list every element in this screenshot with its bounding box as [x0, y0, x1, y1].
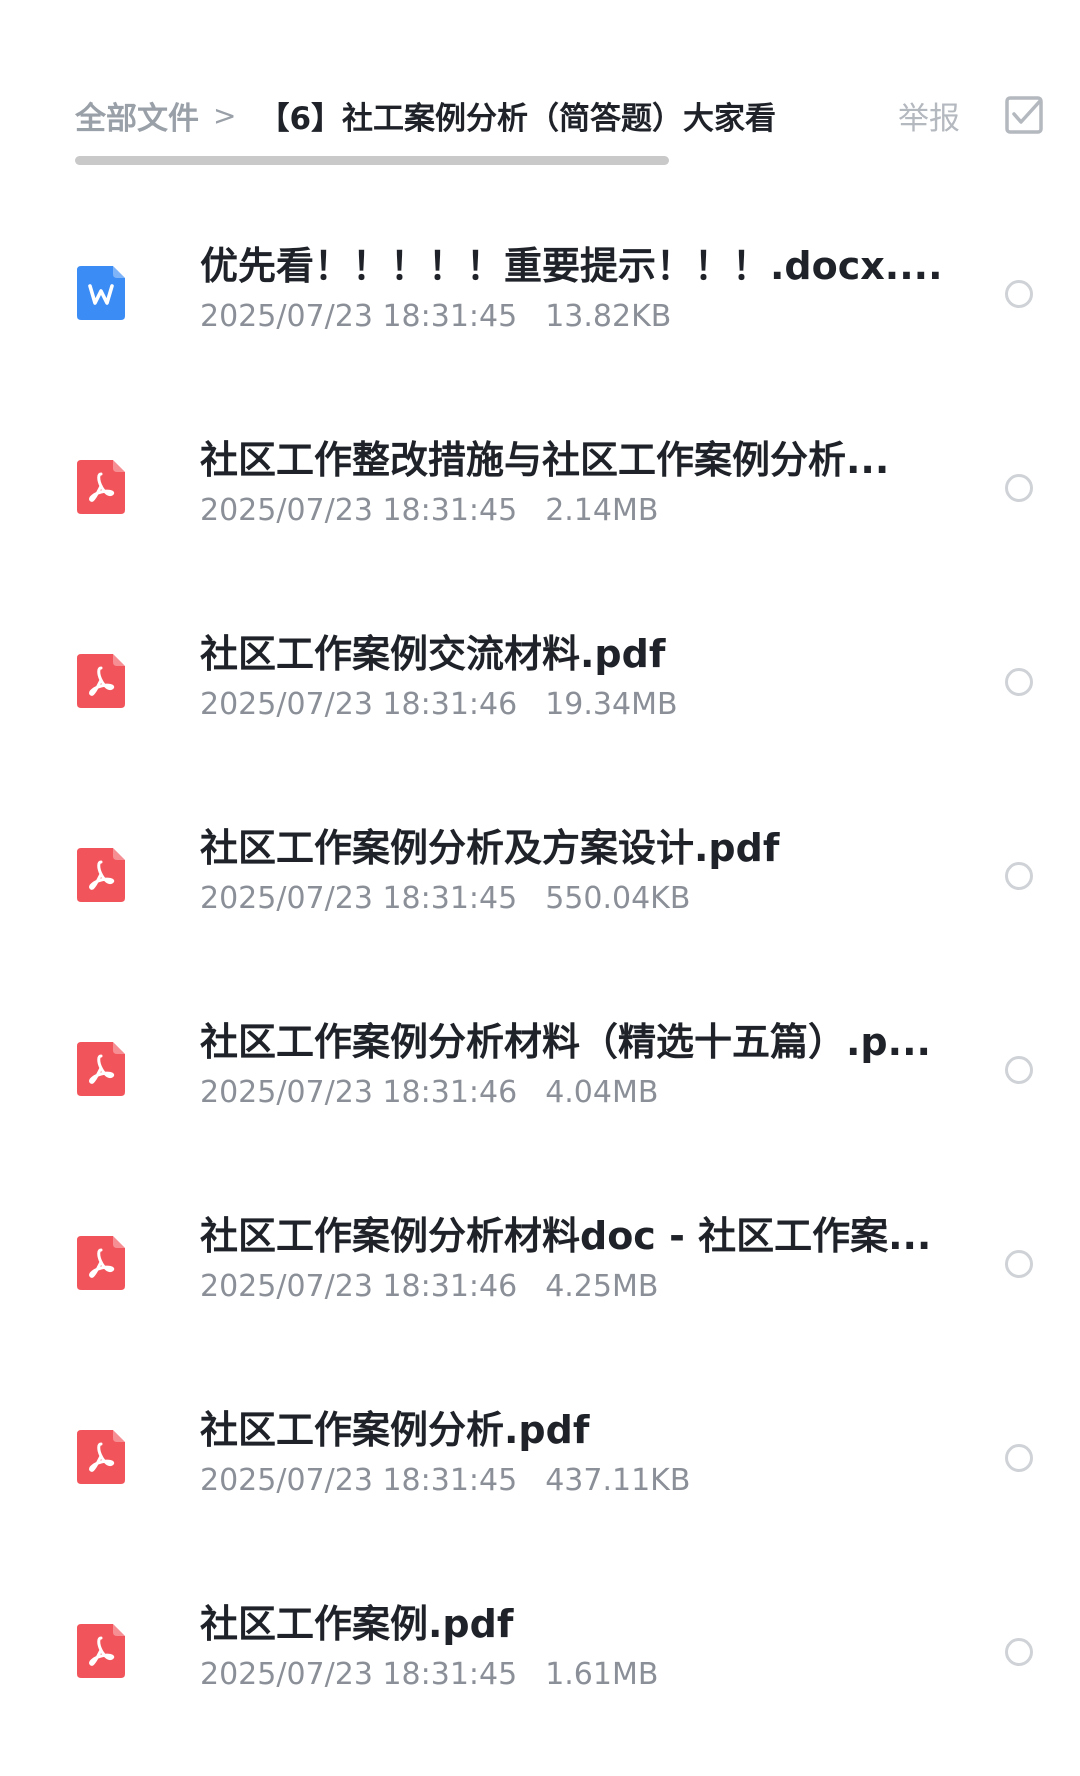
file-row[interactable]: 社区工作案例分析材料（精选十五篇）.p... 2025/07/23 18:31:… — [0, 976, 1080, 1170]
file-row[interactable]: 社区工作案例分析.pdf 2025/07/23 18:31:45 437.11KB — [0, 1364, 1080, 1558]
file-size: 1.61MB — [545, 1657, 659, 1692]
file-row[interactable]: 社区工作案例分析材料doc - 社区工作案... 2025/07/23 18:3… — [0, 1170, 1080, 1364]
file-row[interactable]: 优先看！！！！！重要提示！！！.docx.... 2025/07/23 18:3… — [0, 200, 1080, 394]
file-info: 社区工作案例分析材料（精选十五篇）.p... 2025/07/23 18:31:… — [200, 1018, 945, 1112]
file-meta: 2025/07/23 18:31:46 4.04MB — [200, 1074, 945, 1112]
file-select-radio[interactable] — [1005, 668, 1033, 696]
file-row[interactable]: 社区工作案例.pdf 2025/07/23 18:31:45 1.61MB — [0, 1558, 1080, 1752]
breadcrumb-current-folder: 【6】社工案例分析（简答题）大家看 — [258, 100, 775, 137]
file-info: 社区工作案例分析.pdf 2025/07/23 18:31:45 437.11KB — [200, 1406, 945, 1500]
file-name: 优先看！！！！！重要提示！！！.docx.... — [200, 244, 943, 288]
file-meta: 2025/07/23 18:31:45 1.61MB — [200, 1656, 945, 1694]
header-actions: 举报 — [898, 93, 1044, 138]
file-name: 社区工作案例交流材料.pdf — [200, 632, 666, 676]
file-modified-time: 2025/07/23 18:31:46 — [200, 1269, 518, 1304]
breadcrumb[interactable]: 全部文件 > 【6】社工案例分析（简答题）大家看 — [75, 93, 775, 138]
file-info: 优先看！！！！！重要提示！！！.docx.... 2025/07/23 18:3… — [200, 242, 945, 336]
file-name: 社区工作案例分析材料doc - 社区工作案... — [200, 1214, 932, 1258]
file-select-radio[interactable] — [1005, 1638, 1033, 1666]
file-size: 437.11KB — [545, 1463, 691, 1498]
select-mode-button[interactable] — [1004, 95, 1044, 135]
file-name: 社区工作案例分析及方案设计.pdf — [200, 826, 780, 870]
breadcrumb-separator: > — [213, 98, 237, 132]
file-modified-time: 2025/07/23 18:31:45 — [200, 299, 518, 334]
file-info: 社区工作案例.pdf 2025/07/23 18:31:45 1.61MB — [200, 1600, 945, 1694]
file-name: 社区工作案例分析.pdf — [200, 1408, 590, 1452]
file-info: 社区工作案例分析及方案设计.pdf 2025/07/23 18:31:45 550… — [200, 824, 945, 918]
file-meta: 2025/07/23 18:31:46 19.34MB — [200, 686, 945, 724]
file-info: 社区工作整改措施与社区工作案例分析... 2025/07/23 18:31:45… — [200, 436, 945, 530]
file-row[interactable]: 社区工作案例交流材料.pdf 2025/07/23 18:31:46 19.34M… — [0, 588, 1080, 782]
file-name: 社区工作整改措施与社区工作案例分析... — [200, 438, 890, 482]
pdf-file-icon — [75, 1622, 127, 1680]
breadcrumb-root-link[interactable]: 全部文件 — [75, 93, 199, 138]
pdf-file-icon — [75, 846, 127, 904]
report-button[interactable]: 举报 — [898, 93, 960, 138]
breadcrumb-header: 全部文件 > 【6】社工案例分析（简答题）大家看 举报 — [75, 80, 1044, 150]
file-select-radio[interactable] — [1005, 280, 1033, 308]
file-info: 社区工作案例分析材料doc - 社区工作案... 2025/07/23 18:3… — [200, 1212, 945, 1306]
file-select-radio[interactable] — [1005, 1250, 1033, 1278]
file-modified-time: 2025/07/23 18:31:45 — [200, 881, 518, 916]
file-meta: 2025/07/23 18:31:45 13.82KB — [200, 298, 945, 336]
file-size: 550.04KB — [545, 881, 691, 916]
file-meta: 2025/07/23 18:31:45 437.11KB — [200, 1462, 945, 1500]
file-list: 优先看！！！！！重要提示！！！.docx.... 2025/07/23 18:3… — [0, 200, 1080, 1752]
pdf-file-icon — [75, 1234, 127, 1292]
file-modified-time: 2025/07/23 18:31:46 — [200, 1075, 518, 1110]
word-file-icon — [75, 264, 127, 322]
file-browser-page: 全部文件 > 【6】社工案例分析（简答题）大家看 举报 优先看！！！！！重要提示… — [0, 0, 1080, 1776]
file-info: 社区工作案例交流材料.pdf 2025/07/23 18:31:46 19.34M… — [200, 630, 945, 724]
file-row[interactable]: 社区工作案例分析及方案设计.pdf 2025/07/23 18:31:45 550… — [0, 782, 1080, 976]
file-size: 13.82KB — [545, 299, 672, 334]
pdf-file-icon — [75, 1428, 127, 1486]
file-meta: 2025/07/23 18:31:45 550.04KB — [200, 880, 945, 918]
pdf-file-icon — [75, 458, 127, 516]
file-size: 4.04MB — [545, 1075, 659, 1110]
file-select-radio[interactable] — [1005, 1444, 1033, 1472]
file-size: 4.25MB — [545, 1269, 659, 1304]
file-modified-time: 2025/07/23 18:31:46 — [200, 687, 518, 722]
file-select-radio[interactable] — [1005, 862, 1033, 890]
pdf-file-icon — [75, 1040, 127, 1098]
file-name: 社区工作案例分析材料（精选十五篇）.p... — [200, 1020, 931, 1064]
breadcrumb-scrollbar[interactable] — [75, 156, 669, 165]
pdf-file-icon — [75, 652, 127, 710]
file-select-radio[interactable] — [1005, 474, 1033, 502]
file-size: 19.34MB — [545, 687, 678, 722]
checkbox-check-icon — [1005, 96, 1043, 134]
file-name: 社区工作案例.pdf — [200, 1602, 514, 1646]
file-meta: 2025/07/23 18:31:46 4.25MB — [200, 1268, 945, 1306]
file-meta: 2025/07/23 18:31:45 2.14MB — [200, 492, 945, 530]
file-modified-time: 2025/07/23 18:31:45 — [200, 493, 518, 528]
file-modified-time: 2025/07/23 18:31:45 — [200, 1657, 518, 1692]
file-row[interactable]: 社区工作整改措施与社区工作案例分析... 2025/07/23 18:31:45… — [0, 394, 1080, 588]
file-select-radio[interactable] — [1005, 1056, 1033, 1084]
file-modified-time: 2025/07/23 18:31:45 — [200, 1463, 518, 1498]
file-size: 2.14MB — [545, 493, 659, 528]
